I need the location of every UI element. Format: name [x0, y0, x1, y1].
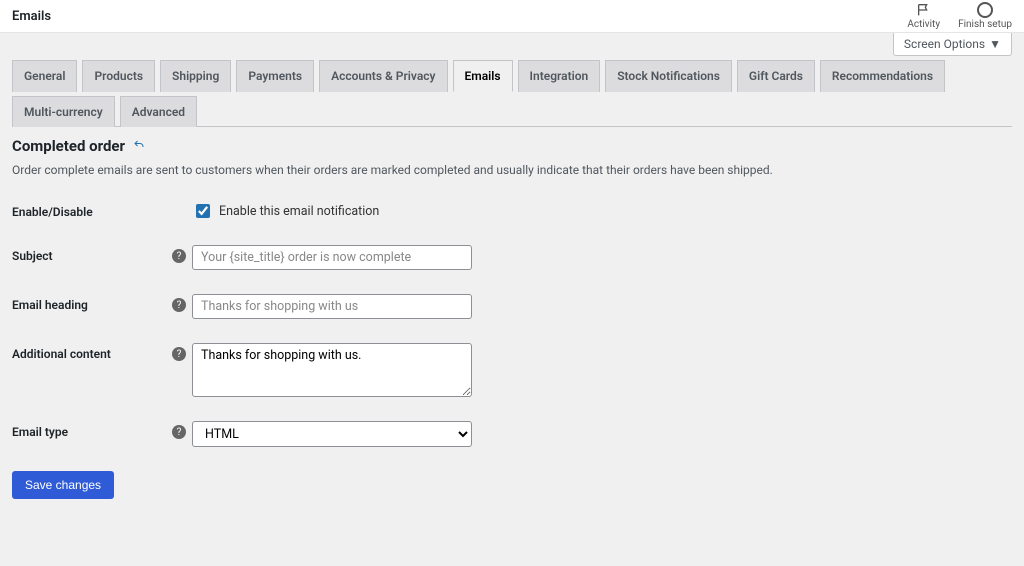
screen-options-label: Screen Options [904, 37, 985, 51]
section-title: Completed order [12, 137, 125, 155]
content: General Products Shipping Payments Accou… [0, 56, 1024, 511]
label-heading: Email heading [12, 294, 172, 312]
field-additional: ? [172, 343, 472, 397]
row-type: Email type ? HTML [12, 421, 1012, 447]
help-icon[interactable]: ? [172, 298, 186, 312]
tab-advanced[interactable]: Advanced [120, 96, 197, 127]
tab-integration[interactable]: Integration [518, 60, 601, 92]
row-additional: Additional content ? [12, 343, 1012, 397]
subject-input[interactable] [192, 245, 472, 270]
tab-general[interactable]: General [12, 60, 77, 92]
return-arrow-icon [133, 139, 145, 151]
section-title-row: Completed order [12, 137, 1012, 155]
heading-input[interactable] [192, 294, 472, 319]
screen-options-row: Screen Options ▼ [0, 33, 1024, 56]
screen-options-toggle[interactable]: Screen Options ▼ [893, 33, 1012, 56]
circle-progress-icon [977, 2, 993, 18]
enable-checkbox-label: Enable this email notification [219, 204, 379, 219]
row-enable: Enable/Disable Enable this email notific… [12, 201, 1012, 221]
back-link[interactable] [133, 137, 145, 155]
tab-products[interactable]: Products [82, 60, 155, 92]
tab-stock-notifications[interactable]: Stock Notifications [605, 60, 732, 92]
field-subject: ? [172, 245, 472, 270]
topbar-right: Activity Finish setup [907, 2, 1012, 30]
finish-setup-button[interactable]: Finish setup [958, 2, 1012, 30]
help-icon[interactable]: ? [172, 425, 186, 439]
enable-checkbox-row[interactable]: Enable this email notification [192, 201, 379, 221]
settings-tabs: General Products Shipping Payments Accou… [12, 60, 1012, 127]
label-additional: Additional content [12, 343, 172, 361]
additional-content-textarea[interactable] [192, 343, 472, 397]
tab-accounts-privacy[interactable]: Accounts & Privacy [319, 60, 447, 92]
help-icon[interactable]: ? [172, 347, 186, 361]
label-type: Email type [12, 421, 172, 439]
tab-shipping[interactable]: Shipping [160, 60, 231, 92]
tab-recommendations[interactable]: Recommendations [820, 60, 945, 92]
tab-multi-currency[interactable]: Multi-currency [12, 96, 115, 127]
page-title: Emails [12, 9, 51, 24]
enable-checkbox[interactable] [196, 204, 210, 218]
help-icon[interactable]: ? [172, 249, 186, 263]
topbar: Emails Activity Finish setup [0, 0, 1024, 33]
label-subject: Subject [12, 245, 172, 263]
section-description: Order complete emails are sent to custom… [12, 163, 1012, 177]
activity-label: Activity [907, 19, 940, 30]
field-enable: Enable this email notification [172, 201, 379, 221]
tab-emails[interactable]: Emails [453, 60, 513, 92]
tab-gift-cards[interactable]: Gift Cards [737, 60, 815, 92]
tab-payments[interactable]: Payments [236, 60, 314, 92]
chevron-down-icon: ▼ [989, 37, 1001, 51]
finish-setup-label: Finish setup [958, 19, 1012, 30]
field-heading: ? [172, 294, 472, 319]
save-changes-button[interactable]: Save changes [12, 471, 114, 499]
row-subject: Subject ? [12, 245, 1012, 270]
label-enable: Enable/Disable [12, 201, 172, 219]
row-heading: Email heading ? [12, 294, 1012, 319]
email-type-select[interactable]: HTML [192, 421, 472, 447]
flag-icon [916, 2, 932, 18]
activity-button[interactable]: Activity [907, 2, 940, 30]
field-type: ? HTML [172, 421, 472, 447]
